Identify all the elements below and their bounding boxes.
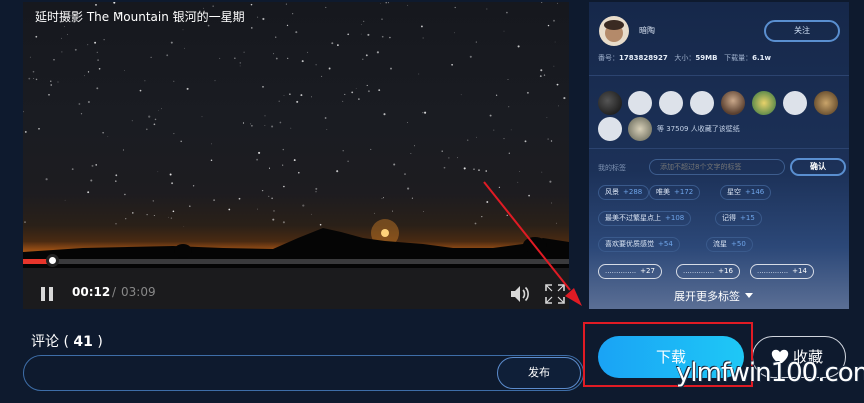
tag-count: +15 (740, 214, 755, 222)
tag-item[interactable]: .............. +16 (676, 264, 740, 279)
tag-input[interactable] (649, 159, 785, 175)
fullscreen-button[interactable] (545, 284, 565, 304)
tag-count: +27 (640, 267, 655, 275)
id-value: 1783828927 (619, 54, 668, 62)
tag-item[interactable]: 喜欢要优质感觉 +54 (598, 237, 680, 252)
tag-count: +50 (731, 240, 746, 248)
tag-count: +16 (718, 267, 733, 275)
tag-item[interactable]: 星空 +146 (720, 185, 772, 200)
tag-count: +14 (792, 267, 807, 275)
caret-down-icon (745, 293, 753, 298)
collector-avatar[interactable] (783, 91, 807, 115)
collector-avatar[interactable] (598, 117, 622, 141)
video-frame[interactable]: 延时摄影 The Mountain 银河的一星期 (23, 2, 569, 268)
pause-icon (41, 287, 45, 301)
pause-icon-bar (49, 287, 53, 301)
collector-avatar[interactable] (721, 91, 745, 115)
tag-name: 风景 (605, 188, 619, 196)
wallpaper-info-panel: 暗陶 关注 番号：1783828927 大小：59MB 下载量：6.1w 等 3… (589, 2, 849, 309)
progress-knob[interactable] (46, 254, 59, 267)
comments-paren-open: ( (63, 334, 69, 350)
tag-item[interactable]: 风景 +288 (598, 185, 650, 200)
video-title: 延时摄影 The Mountain 银河的一星期 (35, 10, 245, 24)
progress-bar[interactable] (23, 259, 569, 264)
downloads-value: 6.1w (752, 54, 772, 62)
expand-more-tags[interactable]: 展开更多标签 (674, 288, 753, 304)
id-label: 番号： (598, 54, 619, 62)
tag-name: 流星 (713, 240, 727, 248)
avatar[interactable] (599, 16, 629, 46)
tag-item[interactable]: 记得 +15 (715, 211, 762, 226)
collector-avatar[interactable] (752, 91, 776, 115)
avatar-hair (604, 20, 624, 30)
tag-name: 星空 (727, 188, 741, 196)
size-label: 大小： (674, 54, 696, 62)
collect-count-text: 等 37509 人收藏了该壁纸 (657, 125, 740, 133)
player-controls: 00:12 / 03:09 (23, 268, 569, 309)
author-name[interactable]: 暗陶 (639, 25, 655, 36)
comment-box: 发布 (23, 355, 584, 391)
speaker-icon (511, 286, 529, 302)
collector-avatar[interactable] (659, 91, 683, 115)
tag-name: 喜欢要优质感觉 (605, 240, 654, 248)
volume-button[interactable] (509, 284, 531, 304)
time-current: 00:12 (72, 285, 111, 299)
expand-more-label: 展开更多标签 (674, 290, 740, 303)
collector-avatar[interactable] (628, 117, 652, 141)
collector-avatar[interactable] (598, 91, 622, 115)
tag-item[interactable]: 唯美 +172 (649, 185, 701, 200)
tag-item[interactable]: 最美不过繁星点上 +108 (598, 211, 692, 226)
tag-item[interactable]: .............. +14 (750, 264, 814, 279)
collector-avatar[interactable] (814, 91, 838, 115)
comments-count: 41 (73, 334, 93, 350)
tag-count: +146 (745, 188, 765, 196)
video-player[interactable]: 延时摄影 The Mountain 银河的一星期 00:12 / 03:09 (23, 2, 569, 309)
tag-name: .............. (757, 267, 789, 275)
collector-avatar[interactable] (628, 91, 652, 115)
tag-name: 唯美 (656, 188, 670, 196)
size-value: 59MB (695, 54, 718, 62)
tag-name: 记得 (722, 214, 736, 222)
tag-count: +288 (623, 188, 643, 196)
tag-item[interactable]: 流星 +50 (706, 237, 753, 252)
wallpaper-meta: 番号：1783828927 大小：59MB 下载量：6.1w (598, 53, 771, 63)
time-separator: / (112, 285, 117, 299)
comments-label: 评论 (31, 334, 59, 350)
comments-heading: 评论 ( 41 ) (31, 331, 103, 351)
publish-button[interactable]: 发布 (497, 357, 581, 389)
tag-item[interactable]: .............. +27 (598, 264, 662, 279)
comment-input[interactable] (38, 364, 478, 384)
tag-count: +172 (674, 188, 694, 196)
my-tags-label: 我的标签 (598, 164, 626, 172)
comments-paren-close: ) (97, 334, 103, 350)
tag-name: .............. (683, 267, 715, 275)
downloads-label: 下载量： (724, 54, 753, 62)
tag-name: .............. (605, 267, 637, 275)
pause-button[interactable] (41, 287, 55, 301)
tag-name: 最美不过繁星点上 (605, 214, 661, 222)
night-sky-scene (23, 2, 569, 268)
divider (589, 75, 849, 76)
follow-button[interactable]: 关注 (764, 20, 840, 42)
divider (589, 148, 849, 149)
time-total: 03:09 (121, 285, 156, 299)
tag-count: +108 (665, 214, 685, 222)
tag-confirm-button[interactable]: 确认 (790, 158, 846, 176)
watermark: ylmfwin100.com (676, 358, 864, 388)
collector-avatar[interactable] (690, 91, 714, 115)
tag-count: +54 (658, 240, 673, 248)
fullscreen-icon (545, 284, 565, 304)
